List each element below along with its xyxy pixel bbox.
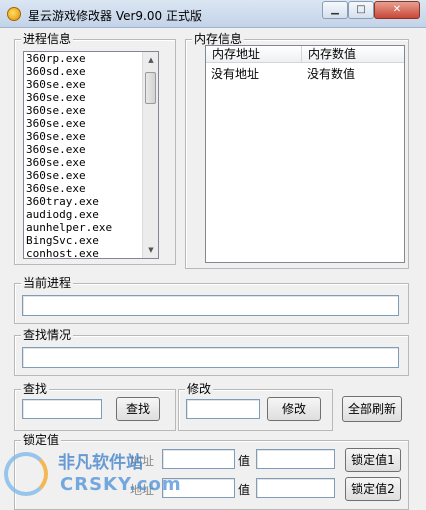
process-item[interactable]: 360se.exe bbox=[24, 130, 158, 143]
process-item[interactable]: 360se.exe bbox=[24, 117, 158, 130]
process-item[interactable]: 360se.exe bbox=[24, 169, 158, 182]
title-bar: 星云游戏修改器 Ver9.00 正式版 ▁ □ ✕ bbox=[0, 0, 426, 28]
process-list-scrollbar[interactable]: ▲ ▼ bbox=[142, 52, 158, 258]
memory-value-column-header[interactable]: 内存数值 bbox=[302, 46, 404, 63]
search-status-field[interactable] bbox=[22, 347, 399, 368]
memory-address-cell[interactable]: 没有地址 bbox=[211, 66, 259, 82]
process-info-label: 进程信息 bbox=[21, 31, 74, 47]
memory-table[interactable]: 内存地址 内存数值 没有地址 没有数值 bbox=[205, 45, 405, 263]
app-icon bbox=[7, 7, 21, 21]
refresh-all-button[interactable]: 全部刷新 bbox=[342, 396, 402, 422]
process-item[interactable]: 360tray.exe bbox=[24, 195, 158, 208]
current-process-field[interactable] bbox=[22, 295, 399, 316]
scroll-thumb[interactable] bbox=[145, 72, 156, 104]
current-process-label: 当前进程 bbox=[21, 275, 74, 291]
modify-button[interactable]: 修改 bbox=[267, 397, 321, 421]
process-list[interactable]: 360rp.exe 360sd.exe 360se.exe 360se.exe … bbox=[23, 51, 159, 259]
modify-input[interactable] bbox=[186, 399, 260, 419]
memory-value-cell[interactable]: 没有数值 bbox=[307, 66, 355, 82]
lock-address-input-1[interactable] bbox=[162, 449, 235, 469]
search-status-label: 查找情况 bbox=[21, 327, 74, 343]
process-item[interactable]: BingSvc.exe bbox=[24, 234, 158, 247]
memory-address-column-header[interactable]: 内存地址 bbox=[206, 46, 302, 63]
process-item[interactable]: aunhelper.exe bbox=[24, 221, 158, 234]
lock-address-input-2[interactable] bbox=[162, 478, 235, 498]
lock-address-label-1: 地址 bbox=[130, 454, 155, 468]
lock-value-label-1: 值 bbox=[238, 454, 251, 468]
close-button[interactable]: ✕ bbox=[374, 1, 420, 19]
process-list-items: 360rp.exe 360sd.exe 360se.exe 360se.exe … bbox=[24, 52, 158, 258]
window-title: 星云游戏修改器 Ver9.00 正式版 bbox=[28, 9, 202, 23]
process-item[interactable]: audiodg.exe bbox=[24, 208, 158, 221]
lock-value-input-2[interactable] bbox=[256, 478, 335, 498]
lock-value-label-2: 值 bbox=[238, 483, 251, 497]
process-item[interactable]: conhost.exe bbox=[24, 247, 158, 258]
lock-value-input-1[interactable] bbox=[256, 449, 335, 469]
lock-value-2-button[interactable]: 锁定值2 bbox=[345, 477, 401, 501]
process-item[interactable]: 360rp.exe bbox=[24, 52, 158, 65]
search-button[interactable]: 查找 bbox=[116, 397, 160, 421]
process-item[interactable]: 360sd.exe bbox=[24, 65, 158, 78]
process-item[interactable]: 360se.exe bbox=[24, 104, 158, 117]
process-item[interactable]: 360se.exe bbox=[24, 143, 158, 156]
scroll-up-arrow-icon[interactable]: ▲ bbox=[143, 52, 158, 68]
minimize-button[interactable]: ▁ bbox=[322, 1, 348, 19]
search-label: 查找 bbox=[21, 381, 50, 397]
process-item[interactable]: 360se.exe bbox=[24, 156, 158, 169]
process-item[interactable]: 360se.exe bbox=[24, 182, 158, 195]
scroll-down-arrow-icon[interactable]: ▼ bbox=[143, 242, 158, 258]
process-item[interactable]: 360se.exe bbox=[24, 91, 158, 104]
search-input[interactable] bbox=[22, 399, 102, 419]
modify-label: 修改 bbox=[185, 381, 214, 397]
lock-value-1-button[interactable]: 锁定值1 bbox=[345, 448, 401, 472]
lock-value-label: 锁定值 bbox=[21, 432, 62, 448]
lock-address-label-2: 地址 bbox=[130, 483, 155, 497]
process-item[interactable]: 360se.exe bbox=[24, 78, 158, 91]
maximize-button[interactable]: □ bbox=[348, 1, 374, 19]
